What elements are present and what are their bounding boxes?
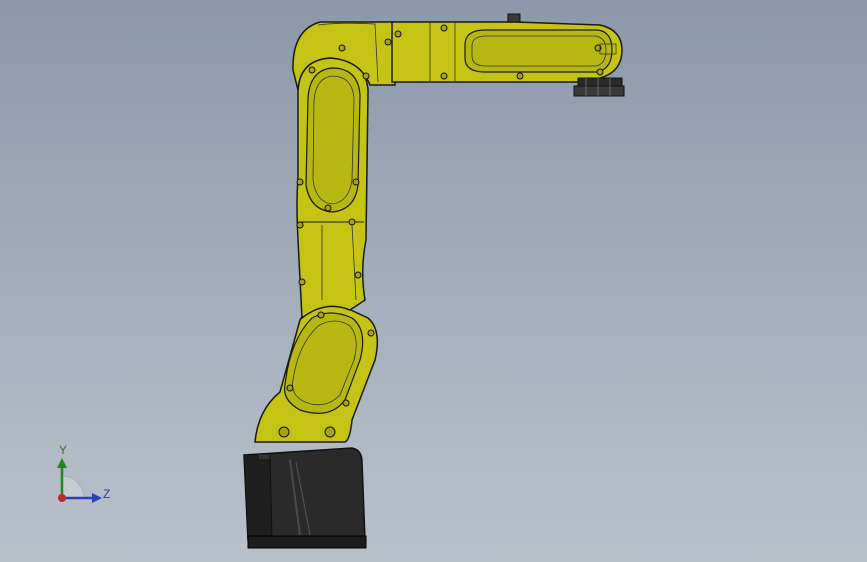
graphics-viewport[interactable]: Y Z xyxy=(0,0,867,562)
robot-wrist-flange xyxy=(573,77,625,97)
robot-upper-arm xyxy=(296,57,369,320)
axis-triad-icon xyxy=(57,458,102,503)
robot-base xyxy=(243,447,367,549)
robot-forearm xyxy=(391,13,623,83)
robot-arm-model[interactable] xyxy=(0,0,867,562)
z-axis-label: Z xyxy=(103,487,111,501)
robot-lower-arm xyxy=(254,303,379,443)
orientation-triad[interactable]: Y Z xyxy=(40,440,130,520)
y-axis-label: Y xyxy=(59,443,68,457)
